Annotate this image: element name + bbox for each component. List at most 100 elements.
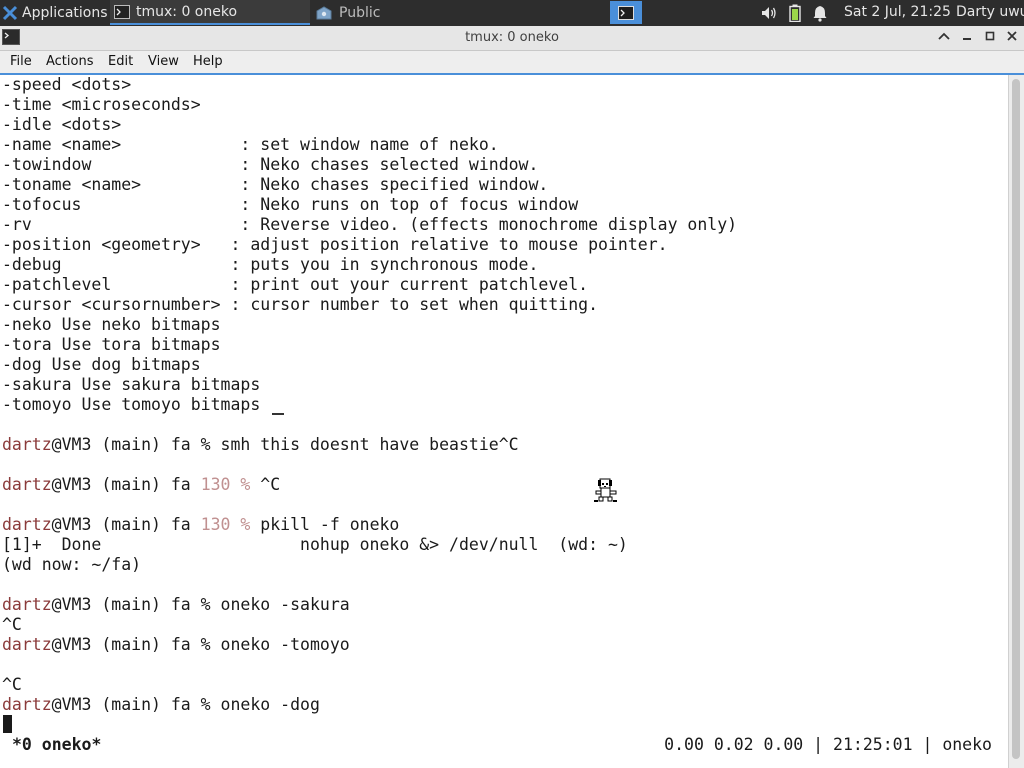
close-icon bbox=[1007, 31, 1017, 41]
menu-help[interactable]: Help bbox=[193, 54, 223, 69]
output-line: -rv : Reverse video. (effects monochrome… bbox=[2, 215, 737, 235]
output-line: -tomoyo Use tomoyo bitmaps bbox=[2, 395, 737, 415]
line-text: -speed <dots> bbox=[2, 75, 132, 94]
tmux-window-indicator[interactable]: *0 oneko* bbox=[12, 735, 101, 754]
chevron-up-icon bbox=[938, 32, 950, 40]
line-text: @VM3 (main) fa % oneko -tomoyo bbox=[51, 635, 350, 654]
prompt-host: @VM3 (main) fa bbox=[51, 515, 201, 534]
minimize-button[interactable] bbox=[958, 29, 976, 47]
output-line: -idle <dots> bbox=[2, 115, 737, 135]
line-text: -tomoyo Use tomoyo bitmaps bbox=[2, 395, 261, 414]
maximize-icon bbox=[985, 31, 995, 41]
prompt-line: dartz@VM3 (main) fa % oneko -sakura bbox=[2, 595, 737, 615]
prompt-line: dartz@VM3 (main) fa 130 % ^C bbox=[2, 475, 737, 495]
user-name[interactable]: Darty uwu bbox=[956, 4, 1024, 20]
prompt-username: dartz bbox=[2, 695, 52, 714]
tmux-status-right: 0.00 0.02 0.00 | 21:25:01 | oneko bbox=[664, 735, 992, 754]
line-text: -dog Use dog bitmaps bbox=[2, 355, 201, 374]
taskbar-item-tmux[interactable]: tmux: 0 oneko bbox=[110, 0, 310, 25]
prompt-line: dartz@VM3 (main) fa % oneko -tomoyo bbox=[2, 635, 737, 655]
menu-actions[interactable]: Actions bbox=[46, 54, 94, 69]
folder-icon bbox=[316, 5, 332, 19]
prompt-username: dartz bbox=[2, 515, 52, 534]
menu-view[interactable]: View bbox=[148, 54, 179, 69]
prompt-exit-code: 130 % bbox=[200, 515, 251, 534]
menu-edit[interactable]: Edit bbox=[108, 54, 133, 69]
taskbar-item-public[interactable]: Public bbox=[311, 0, 509, 25]
line-text: -sakura Use sakura bitmaps bbox=[2, 375, 261, 394]
prompt-exit-code: 130 % bbox=[200, 475, 251, 494]
output-line: -name <name> : set window name of neko. bbox=[2, 135, 737, 155]
line-text: @VM3 (main) fa % smh this doesnt have be… bbox=[51, 435, 519, 454]
line-text: pkill -f oneko bbox=[250, 515, 400, 534]
line-text: -time <microseconds> bbox=[2, 95, 201, 114]
line-text: -tora Use tora bitmaps bbox=[2, 335, 221, 354]
terminal-output: -speed <dots> -time <microseconds> -idle <… bbox=[2, 75, 737, 715]
volume-icon[interactable] bbox=[760, 4, 778, 22]
output-line: (wd now: ~/fa) bbox=[2, 555, 737, 575]
notification-bell-icon[interactable] bbox=[812, 4, 828, 22]
window-title: tmux: 0 oneko bbox=[465, 30, 559, 45]
line-text: ^C bbox=[250, 475, 281, 494]
clock[interactable]: Sat 2 Jul, 21:25 bbox=[844, 4, 951, 20]
minimize-icon bbox=[963, 38, 971, 40]
neko-dog-sprite bbox=[594, 478, 617, 502]
prompt-line: dartz@VM3 (main) fa % smh this doesnt ha… bbox=[2, 435, 737, 455]
output-line: -towindow : Neko chases selected window. bbox=[2, 155, 737, 175]
line-text: @VM3 (main) fa % oneko -dog bbox=[51, 695, 320, 714]
terminal-cursor bbox=[3, 715, 12, 733]
shade-button[interactable] bbox=[935, 29, 953, 47]
output-line: ^C bbox=[2, 675, 737, 695]
menu-file[interactable]: File bbox=[10, 54, 32, 69]
scrollbar-thumb[interactable] bbox=[1012, 79, 1020, 759]
maximize-button[interactable] bbox=[981, 29, 999, 47]
prompt-username: dartz bbox=[2, 475, 52, 494]
prompt-line: dartz@VM3 (main) fa % oneko -dog bbox=[2, 695, 737, 715]
prompt-line: dartz@VM3 (main) fa 130 % pkill -f oneko bbox=[2, 515, 737, 535]
line-text: -patchlevel : print out your current pat… bbox=[2, 275, 589, 294]
line-text: -debug : puts you in synchronous mode. bbox=[2, 255, 539, 274]
window-titlebar[interactable]: tmux: 0 oneko bbox=[0, 26, 1024, 51]
output-line: [1]+ Done nohup oneko &> /dev/null (wd: … bbox=[2, 535, 737, 555]
prompt-host: @VM3 (main) fa bbox=[51, 475, 201, 494]
line-text: -idle <dots> bbox=[2, 115, 122, 134]
output-line: -toname <name> : Neko chases specified w… bbox=[2, 175, 737, 195]
output-line: -neko Use neko bitmaps bbox=[2, 315, 737, 335]
output-line: -position <geometry> : adjust position r… bbox=[2, 235, 737, 255]
applications-menu[interactable]: Applications bbox=[0, 0, 108, 25]
line-text: [1]+ Done nohup oneko &> /dev/null (wd: … bbox=[2, 535, 628, 554]
close-button[interactable] bbox=[1003, 29, 1021, 47]
output-line: -patchlevel : print out your current pat… bbox=[2, 275, 737, 295]
terminal-area[interactable]: -speed <dots> -time <microseconds> -idle <… bbox=[0, 75, 1008, 768]
prompt-username: dartz bbox=[2, 635, 52, 654]
prompt-username: dartz bbox=[2, 595, 52, 614]
output-line: -debug : puts you in synchronous mode. bbox=[2, 255, 737, 275]
line-text: @VM3 (main) fa % oneko -sakura bbox=[51, 595, 350, 614]
line-text: -position <geometry> : adjust position r… bbox=[2, 235, 668, 254]
tmux-status-bar: *0 oneko* 0.00 0.02 0.00 | 21:25:01 | on… bbox=[0, 732, 1008, 756]
line-text: (wd now: ~/fa) bbox=[2, 555, 142, 574]
menu-bar: File Actions Edit View Help bbox=[0, 51, 1024, 75]
line-text: -tofocus : Neko runs on top of focus win… bbox=[2, 195, 579, 214]
taskbar-item-label: Public bbox=[339, 4, 381, 21]
output-line: -tofocus : Neko runs on top of focus win… bbox=[2, 195, 737, 215]
line-text: -towindow : Neko chases selected window. bbox=[2, 155, 539, 174]
output-line: -time <microseconds> bbox=[2, 95, 737, 115]
line-text: -neko Use neko bitmaps bbox=[2, 315, 221, 334]
taskbar-item-label: tmux: 0 oneko bbox=[136, 3, 238, 20]
top-panel: Applications tmux: 0 oneko Public Sat 2 … bbox=[0, 0, 1024, 26]
line-text: ^C bbox=[2, 615, 22, 634]
line-text: -name <name> : set window name of neko. bbox=[2, 135, 499, 154]
workspace-switcher[interactable] bbox=[610, 1, 642, 24]
output-line: -cursor <cursornumber> : cursor number t… bbox=[2, 295, 737, 315]
output-line: -tora Use tora bitmaps bbox=[2, 335, 737, 355]
output-line: -dog Use dog bitmaps bbox=[2, 355, 737, 375]
scrollbar[interactable] bbox=[1008, 75, 1024, 768]
battery-icon[interactable] bbox=[789, 4, 801, 22]
applications-label: Applications bbox=[22, 4, 108, 21]
